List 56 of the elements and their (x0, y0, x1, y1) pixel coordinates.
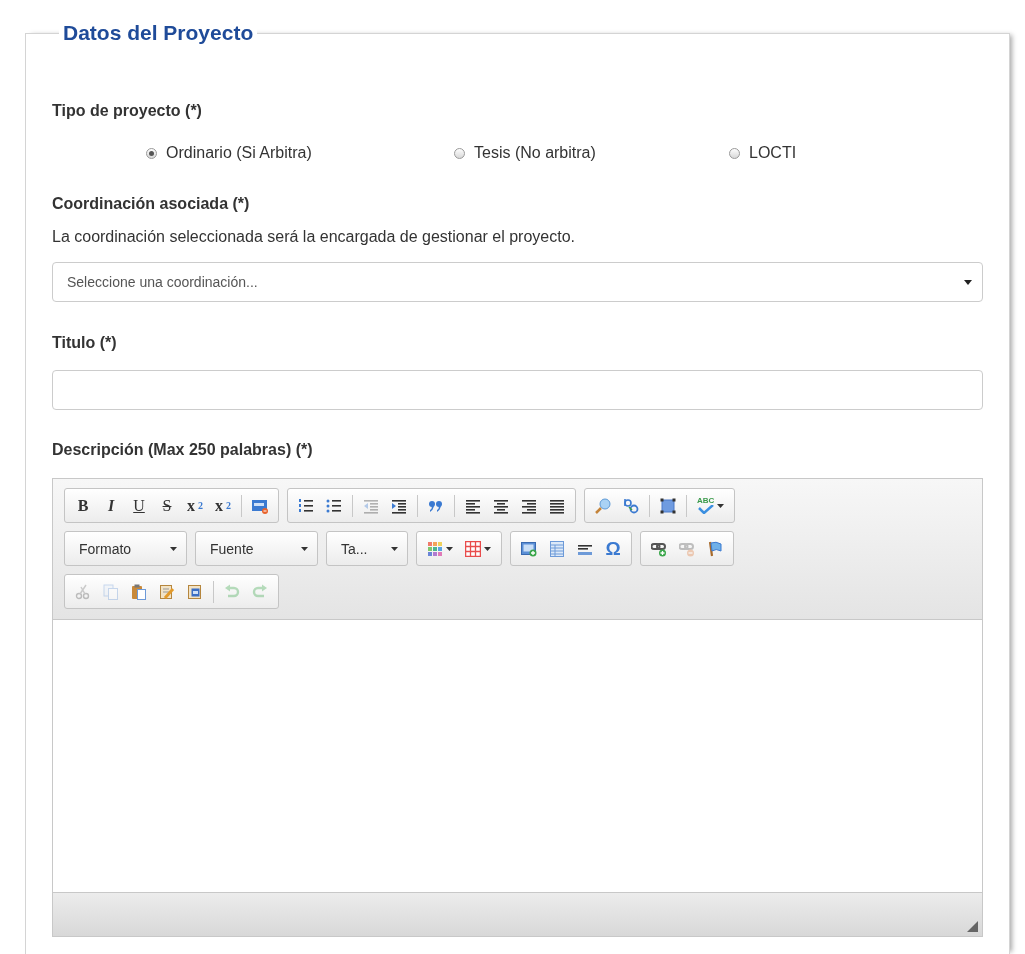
caret-icon (170, 546, 177, 551)
caret-icon (717, 503, 725, 508)
radio-option[interactable]: Ordinario (Si Arbitra) (146, 144, 312, 162)
field-label: Titulo (*) (52, 334, 117, 352)
document-icon (187, 583, 203, 600)
bulleted-list-icon (326, 497, 342, 514)
numbered-list-icon (298, 497, 314, 514)
indent-icon (391, 497, 407, 514)
field-label: Coordinación asociada (*) (52, 195, 250, 213)
italic-button[interactable]: I (97, 492, 125, 519)
image-icon (521, 540, 537, 557)
radio-icon[interactable] (729, 147, 740, 159)
field-label: Tipo de proyecto (*) (52, 102, 202, 120)
radio-option[interactable]: LOCTI (729, 144, 797, 162)
align-left-icon (465, 497, 481, 514)
radio-icon[interactable] (454, 147, 465, 159)
table-icon (549, 540, 565, 557)
justify-icon (549, 497, 565, 514)
color-grid-icon (427, 540, 443, 557)
special-character-button[interactable]: Ω (599, 535, 627, 562)
resize-grip-icon[interactable] (967, 921, 978, 932)
radio-option[interactable]: Tesis (No arbitra) (454, 144, 596, 162)
dropdown-button[interactable]: Formato (64, 531, 187, 566)
caret-icon (446, 546, 453, 551)
dropdown-button[interactable]: Ta... (326, 531, 408, 566)
bold-button[interactable]: B (69, 492, 97, 519)
strikethrough-button[interactable]: S (153, 492, 181, 519)
select-field[interactable]: Seleccione una coordinación... (52, 262, 983, 302)
replace-icon (623, 497, 639, 514)
copy-icon (103, 583, 119, 600)
align-right-icon (521, 497, 537, 514)
caret-icon (301, 546, 308, 551)
source-icon (252, 497, 268, 514)
caret-icon (964, 279, 972, 285)
link-icon (651, 540, 667, 557)
help-text: La coordinación seleccionada será la encargada de gestionar el proyecto. (52, 228, 575, 246)
unlink-icon (679, 540, 695, 557)
align-center-icon (493, 497, 509, 514)
magnifier-icon (595, 497, 611, 514)
input-field[interactable] (52, 370, 983, 410)
scissors-icon (75, 583, 91, 600)
undo-icon (224, 583, 240, 600)
caret-icon (391, 546, 398, 551)
caret-icon (484, 546, 491, 551)
radio-icon[interactable] (146, 147, 157, 159)
dropdown-button[interactable]: Fuente (195, 531, 318, 566)
flag-icon (707, 540, 723, 557)
underline-button[interactable]: U (125, 492, 153, 519)
clipboard-icon (131, 583, 147, 600)
table-grid-icon (465, 540, 481, 557)
select-all-icon (660, 497, 676, 514)
checkmark-icon (697, 505, 714, 514)
redo-icon (252, 583, 268, 600)
clipboard-pencil-icon (159, 583, 175, 600)
outdent-icon (363, 497, 379, 514)
field-label: Descripción (Max 250 palabras) (*) (52, 441, 313, 459)
